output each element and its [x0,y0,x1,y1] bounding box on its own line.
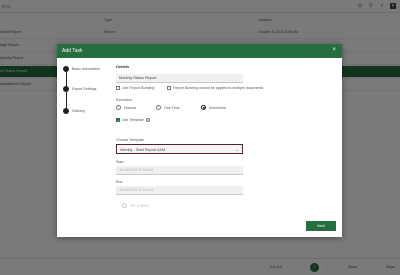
template-select-value: Weekly - Start Report 6AM [120,147,166,152]
checkbox-box [116,86,120,90]
use-template-checkbox[interactable]: ✓ Use Template i [116,118,150,123]
end-datetime-input[interactable]: 10/18/2021 8:29 AM [116,186,243,195]
close-icon[interactable]: × [332,47,336,54]
choose-template-label: Choose Template [116,138,144,142]
execution-label: Execution [116,98,132,102]
checkbox-checked: ✓ [116,118,121,123]
execution-option-one-time[interactable]: One Time [156,105,180,110]
details-heading: Details [116,64,130,69]
execution-option-manual[interactable]: Manual [116,105,136,110]
next-button[interactable]: Next [306,221,336,231]
bursting-multi-checkbox[interactable]: Report Bursting cannot be applied to mul… [167,86,263,90]
step-label: Basic Information [72,67,100,71]
wizard-steps: Basic Information Export Settings Delive… [63,64,113,124]
radio-button [116,105,121,110]
step-dot [63,86,69,92]
dialog-title: Add Task [62,48,83,54]
start-label: Start [116,160,124,164]
radio-button [156,105,161,110]
checkbox-label: Use Report Bursting [122,86,155,90]
step-basic-information[interactable]: Basic Information [63,66,100,72]
end-sub-option[interactable]: 15 / 6 MINS [122,203,149,208]
end-sub-value: 15 / 6 MINS [130,203,149,208]
report-name-input[interactable]: Monthly Status Report [116,74,243,83]
start-datetime-input[interactable]: 10/18/2021 8:29 AM [116,166,243,175]
radio-label: One Time [164,105,180,110]
radio-button [122,203,127,208]
step-label: Export Settings [72,87,97,91]
checkbox-label: Use Template [122,118,144,122]
step-export-settings[interactable]: Export Settings [63,86,96,92]
execution-option-scheduled[interactable]: Scheduled [201,105,226,110]
step-delivery[interactable]: Delivery [63,108,85,114]
chevron-down-icon: ⌄ [235,147,239,152]
radio-label: Manual [124,105,136,110]
step-dot [63,108,69,114]
radio-button-selected [201,105,206,110]
use-report-bursting-checkbox[interactable]: Use Report Bursting [116,86,154,90]
template-select[interactable]: Weekly - Start Report 6AM ⌄ [116,144,243,154]
checkbox-label: Report Bursting cannot be applied to mul… [173,86,264,90]
add-task-dialog: Add Task × Basic Information Export Sett… [57,44,342,237]
step-label: Delivery [72,109,85,113]
end-label: End [116,180,123,184]
checkbox-box [167,86,171,90]
step-dot [63,66,69,72]
info-icon[interactable]: i [145,118,150,122]
dialog-header: Add Task × [57,44,342,58]
radio-label: Scheduled [209,105,226,110]
